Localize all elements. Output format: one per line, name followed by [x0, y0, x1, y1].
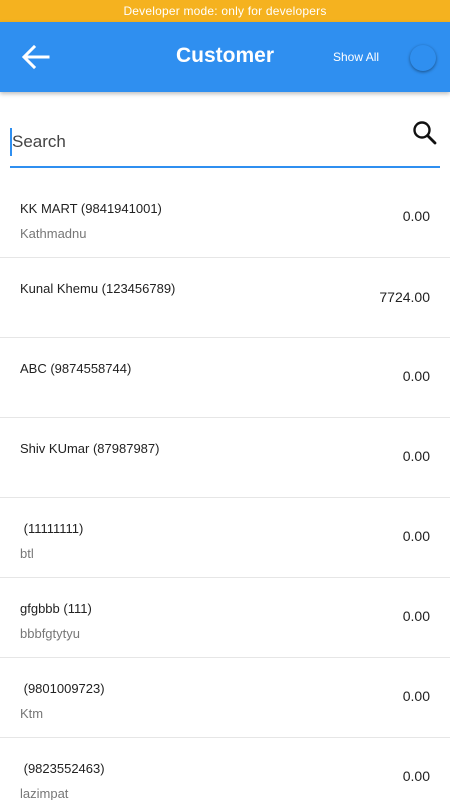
customer-row[interactable]: (9823552463) lazimpat 0.00 [0, 738, 450, 800]
customer-name: Shiv KUmar (87987987) [20, 441, 160, 456]
search-icon-glyph [413, 121, 437, 145]
toggle-thumb [410, 45, 436, 71]
customer-name: (11111111) [20, 521, 84, 536]
page-title: Customer [175, 44, 275, 67]
customer-address: Ktm [20, 706, 44, 721]
developer-mode-banner: Developer mode: only for developers [0, 0, 450, 22]
customer-name: KK MART (9841941001) [20, 201, 162, 216]
customer-row[interactable]: gfgbbb (111) bbbfgtytyu 0.00 [0, 578, 450, 658]
customer-row[interactable]: Kunal Khemu (123456789) 7724.00 [0, 258, 450, 338]
customer-amount: 0.00 [402, 208, 430, 224]
customer-address: bbbfgtytyu [20, 626, 80, 641]
customer-amount: 0.00 [402, 528, 430, 544]
search-input[interactable] [10, 128, 390, 156]
customer-row[interactable]: (9801009723) Ktm 0.00 [0, 658, 450, 738]
customer-amount: 0.00 [402, 768, 430, 784]
customer-row[interactable]: (11111111) btl 0.00 [0, 498, 450, 578]
developer-mode-text: Developer mode: only for developers [123, 4, 327, 18]
search-icon[interactable] [412, 118, 438, 148]
customer-amount: 0.00 [402, 608, 430, 624]
customer-name: (9823552463) [20, 761, 105, 776]
show-all-toggle[interactable] [410, 45, 438, 73]
search-bar [10, 118, 440, 168]
customer-row[interactable]: ABC (9874558744) 0.00 [0, 338, 450, 418]
customer-amount: 0.00 [402, 448, 430, 464]
arrow-back-icon [21, 44, 50, 70]
customer-row[interactable]: KK MART (9841941001) Kathmadnu 0.00 [0, 178, 450, 258]
app-bar: Customer Show All [0, 22, 450, 92]
customer-name: (9801009723) [20, 681, 105, 696]
customer-name: ABC (9874558744) [20, 361, 132, 376]
customer-amount: 0.00 [402, 688, 430, 704]
customer-row[interactable]: Shiv KUmar (87987987) 0.00 [0, 418, 450, 498]
customer-name: gfgbbb (111) [20, 601, 92, 616]
customer-address: btl [20, 546, 34, 561]
back-button[interactable] [18, 42, 52, 72]
show-all-label: Show All [333, 50, 380, 64]
customer-address: lazimpat [20, 786, 69, 800]
customer-amount: 0.00 [402, 368, 430, 384]
customer-list: KK MART (9841941001) Kathmadnu 0.00 Kuna… [0, 178, 450, 800]
customer-address: Kathmadnu [20, 226, 87, 241]
customer-amount: 7724.00 [379, 289, 430, 305]
customer-name: Kunal Khemu (123456789) [20, 281, 176, 296]
